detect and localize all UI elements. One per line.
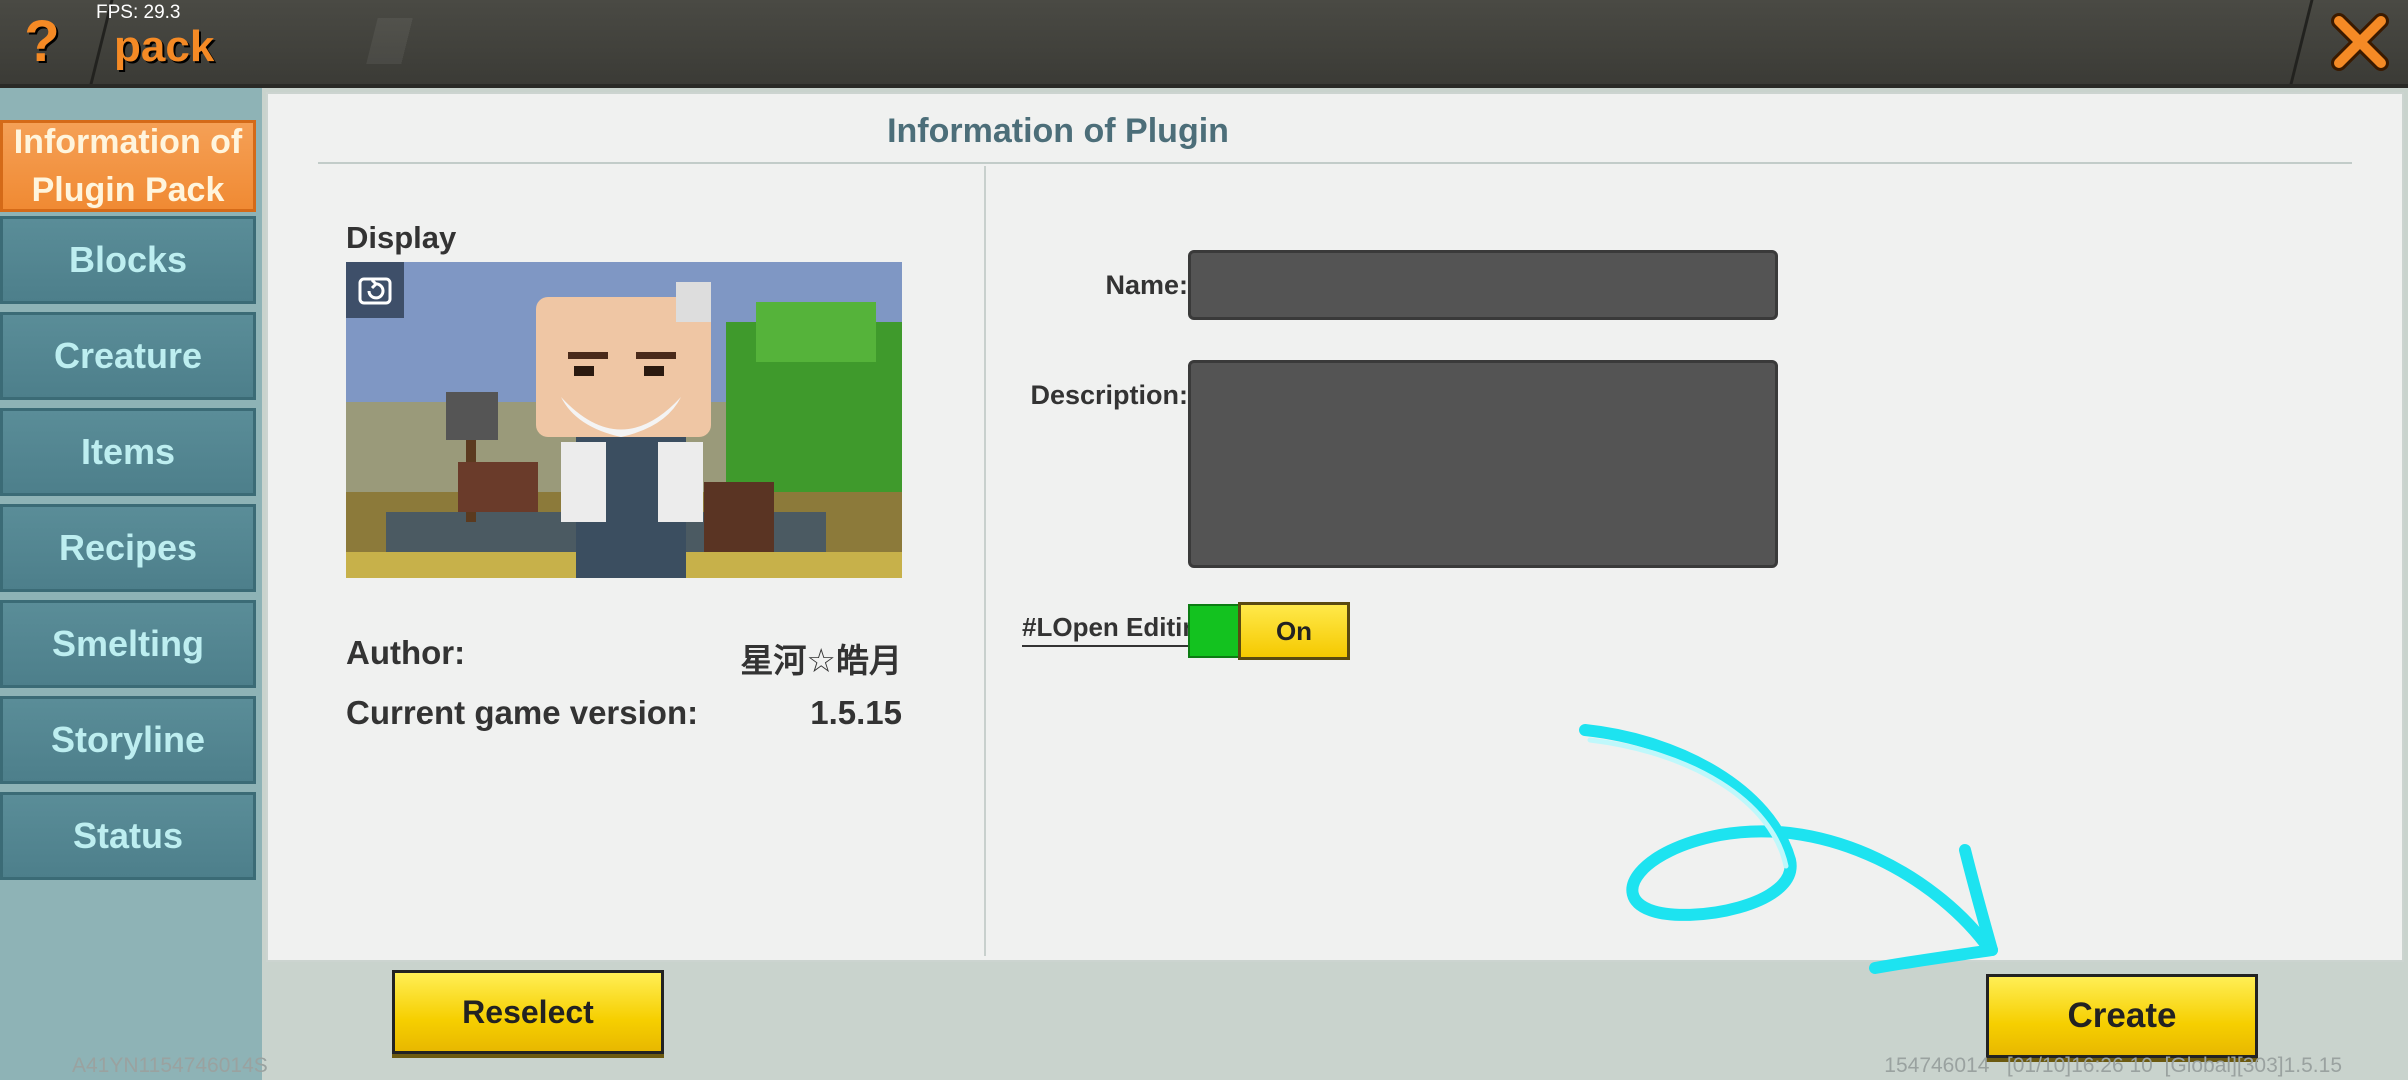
sidebar-item-smelting[interactable]: Smelting (0, 600, 256, 688)
open-editing-label: #LOpen Editing (1022, 612, 1188, 647)
version-value: 1.5.15 (810, 694, 902, 731)
device-id: A41YN1154746014S (72, 1054, 268, 1077)
version-label: Current game version: (346, 694, 699, 731)
header-decoration (366, 18, 448, 64)
sidebar-item-status[interactable]: Status (0, 792, 256, 880)
reselect-button[interactable]: Reselect (392, 970, 664, 1054)
panel-title: Information of Plugin (887, 112, 1229, 150)
title-divider (318, 162, 2352, 164)
refresh-icon (358, 277, 392, 305)
close-button[interactable] (2312, 0, 2408, 84)
sidebar-item-label: Status (72, 815, 184, 856)
sidebar-item-label: Smelting (51, 623, 204, 664)
plugin-preview-image[interactable] (346, 262, 902, 578)
open-editing-toggle[interactable]: On (1188, 602, 1352, 660)
name-label: Name: (1105, 270, 1188, 300)
divider (2289, 0, 2314, 84)
top-bar: ? FPS: 29.3 pack (0, 0, 2408, 88)
sidebar-item-blocks[interactable]: Blocks (0, 216, 256, 304)
create-button[interactable]: Create (1986, 974, 2258, 1058)
window-title: pack (114, 22, 215, 71)
sidebar-item-creature[interactable]: Creature (0, 312, 256, 400)
refresh-image-button[interactable] (346, 262, 404, 318)
name-input[interactable] (1188, 250, 1778, 320)
version-row: Current game version: 1.5.15 (346, 694, 902, 738)
author-row: Author: 星河☆皓月 (346, 634, 902, 679)
description-input[interactable] (1188, 360, 1778, 568)
display-label: Display (346, 220, 457, 255)
sidebar: Information of Plugin Pack Blocks Creatu… (0, 88, 262, 1080)
author-value: 星河☆皓月 (740, 642, 902, 679)
question-mark-icon: ? (24, 9, 60, 74)
sidebar-item-storyline[interactable]: Storyline (0, 696, 256, 784)
close-icon (2331, 13, 2389, 71)
author-label: Author: (346, 634, 466, 671)
preview-illustration (346, 262, 902, 578)
sidebar-item-label: Storyline (50, 719, 206, 760)
sidebar-item-label: Creature (53, 335, 203, 376)
sidebar-item-information[interactable]: Information of Plugin Pack (0, 120, 256, 212)
sidebar-item-label: Blocks (68, 239, 188, 280)
build-info: 154746014 [01/10]16:26 10 [Global][303]1… (1884, 1054, 2342, 1077)
sidebar-item-recipes[interactable]: Recipes (0, 504, 256, 592)
help-button[interactable]: ? (0, 0, 84, 84)
plugin-info-panel: Information of Plugin Display Author: 星河… (266, 92, 2404, 962)
toggle-knob[interactable]: On (1238, 602, 1350, 660)
sidebar-item-label: Information of Plugin Pack (13, 123, 243, 209)
sidebar-item-label: Items (80, 431, 176, 472)
sidebar-item-label: Recipes (58, 527, 198, 568)
fps-counter: FPS: 29.3 (96, 2, 181, 23)
description-label: Description: (1030, 380, 1188, 410)
sidebar-item-items[interactable]: Items (0, 408, 256, 496)
